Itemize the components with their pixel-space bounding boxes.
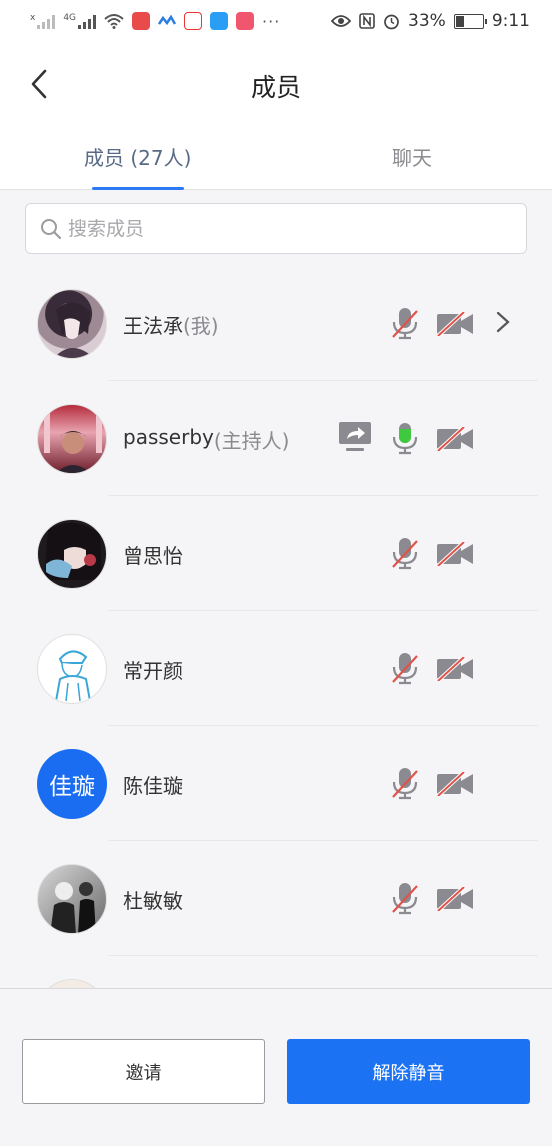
member-name: 曾思怡	[123, 540, 183, 569]
member-row[interactable]: 曾思怡	[0, 496, 552, 611]
app-notification-icon	[132, 12, 151, 30]
camera-off-icon[interactable]	[436, 542, 474, 566]
member-name-text: 杜敏敏	[123, 889, 183, 913]
more-notifications-icon: ···	[262, 11, 281, 31]
avatar	[37, 634, 107, 704]
member-name-text: 陈佳璇	[123, 774, 183, 798]
screen-share-icon	[339, 422, 371, 451]
member-row[interactable]: passerby (主持人)	[0, 381, 552, 496]
chevron-right-icon[interactable]	[496, 311, 510, 333]
wifi-icon	[104, 14, 124, 29]
camera-off-icon[interactable]	[436, 427, 474, 451]
member-row[interactable]	[0, 956, 552, 988]
member-role: (我)	[183, 314, 219, 338]
camera-off-icon[interactable]	[436, 657, 474, 681]
member-row[interactable]: 佳璇 陈佳璇	[0, 726, 552, 841]
tab-chat[interactable]: 聊天	[392, 142, 432, 188]
bottom-action-bar: 邀请 解除静音	[0, 988, 552, 1146]
avatar: 佳璇	[37, 749, 107, 819]
top-bar: 成员	[0, 42, 552, 128]
member-row[interactable]: 王法承 (我)	[0, 266, 552, 381]
camera-off-icon[interactable]	[436, 887, 474, 911]
avatar	[37, 864, 107, 934]
status-bar: x 4G ··· 33% 9:11	[0, 0, 552, 42]
microphone-active-icon[interactable]	[390, 421, 420, 455]
page-title: 成员	[250, 73, 301, 102]
nfc-icon	[359, 13, 375, 29]
member-name: 杜敏敏	[123, 885, 183, 914]
tab-members[interactable]: 成员 (27人)	[84, 142, 191, 188]
invite-button[interactable]: 邀请	[22, 1039, 265, 1104]
avatar	[37, 289, 107, 359]
member-name-text: 王法承	[123, 314, 183, 338]
network-label-x: x	[30, 12, 36, 23]
member-name: 王法承 (我)	[123, 310, 219, 339]
search-icon	[41, 218, 62, 239]
network-label-4g: 4G	[63, 12, 77, 23]
app-notification-icon	[210, 12, 229, 30]
search-box[interactable]	[25, 203, 527, 254]
member-name-text: 曾思怡	[123, 544, 183, 568]
member-name: 常开颜	[123, 655, 183, 684]
microphone-muted-icon[interactable]	[390, 881, 420, 915]
app-notification-icon	[236, 12, 255, 30]
camera-off-icon[interactable]	[436, 312, 474, 336]
search-input[interactable]	[68, 217, 468, 240]
member-list: 王法承 (我) passerby (主持人) 曾思怡 常开颜 佳璇 陈佳璇 杜敏…	[0, 266, 552, 988]
tab-bar: 成员 (27人) 聊天	[0, 128, 552, 190]
member-name-text: 常开颜	[123, 659, 183, 683]
status-right: 33% 9:11	[331, 11, 530, 31]
microphone-muted-icon[interactable]	[390, 536, 420, 570]
signal-icon	[37, 13, 56, 29]
microphone-muted-icon[interactable]	[390, 651, 420, 685]
member-name: 陈佳璇	[123, 770, 183, 799]
clock-time: 9:11	[491, 11, 530, 31]
member-name: passerby (主持人)	[123, 425, 289, 454]
member-row[interactable]: 杜敏敏	[0, 841, 552, 956]
unmute-button[interactable]: 解除静音	[287, 1039, 530, 1104]
battery-icon	[453, 13, 487, 29]
app-notification-icon	[184, 12, 203, 30]
avatar	[37, 519, 107, 589]
signal-icon	[78, 13, 97, 29]
active-tab-indicator	[92, 187, 184, 190]
status-left: x 4G ···	[30, 12, 280, 31]
microphone-muted-icon[interactable]	[390, 766, 420, 800]
app-notification-icon	[158, 14, 177, 26]
member-role: (主持人)	[213, 429, 290, 453]
microphone-muted-icon[interactable]	[390, 306, 420, 340]
camera-off-icon[interactable]	[436, 772, 474, 796]
alarm-icon	[384, 14, 399, 29]
avatar	[37, 979, 107, 988]
avatar	[37, 404, 107, 474]
member-row[interactable]: 常开颜	[0, 611, 552, 726]
eye-icon	[331, 15, 352, 27]
member-name-text: passerby	[123, 425, 214, 449]
battery-percent: 33%	[408, 11, 446, 31]
